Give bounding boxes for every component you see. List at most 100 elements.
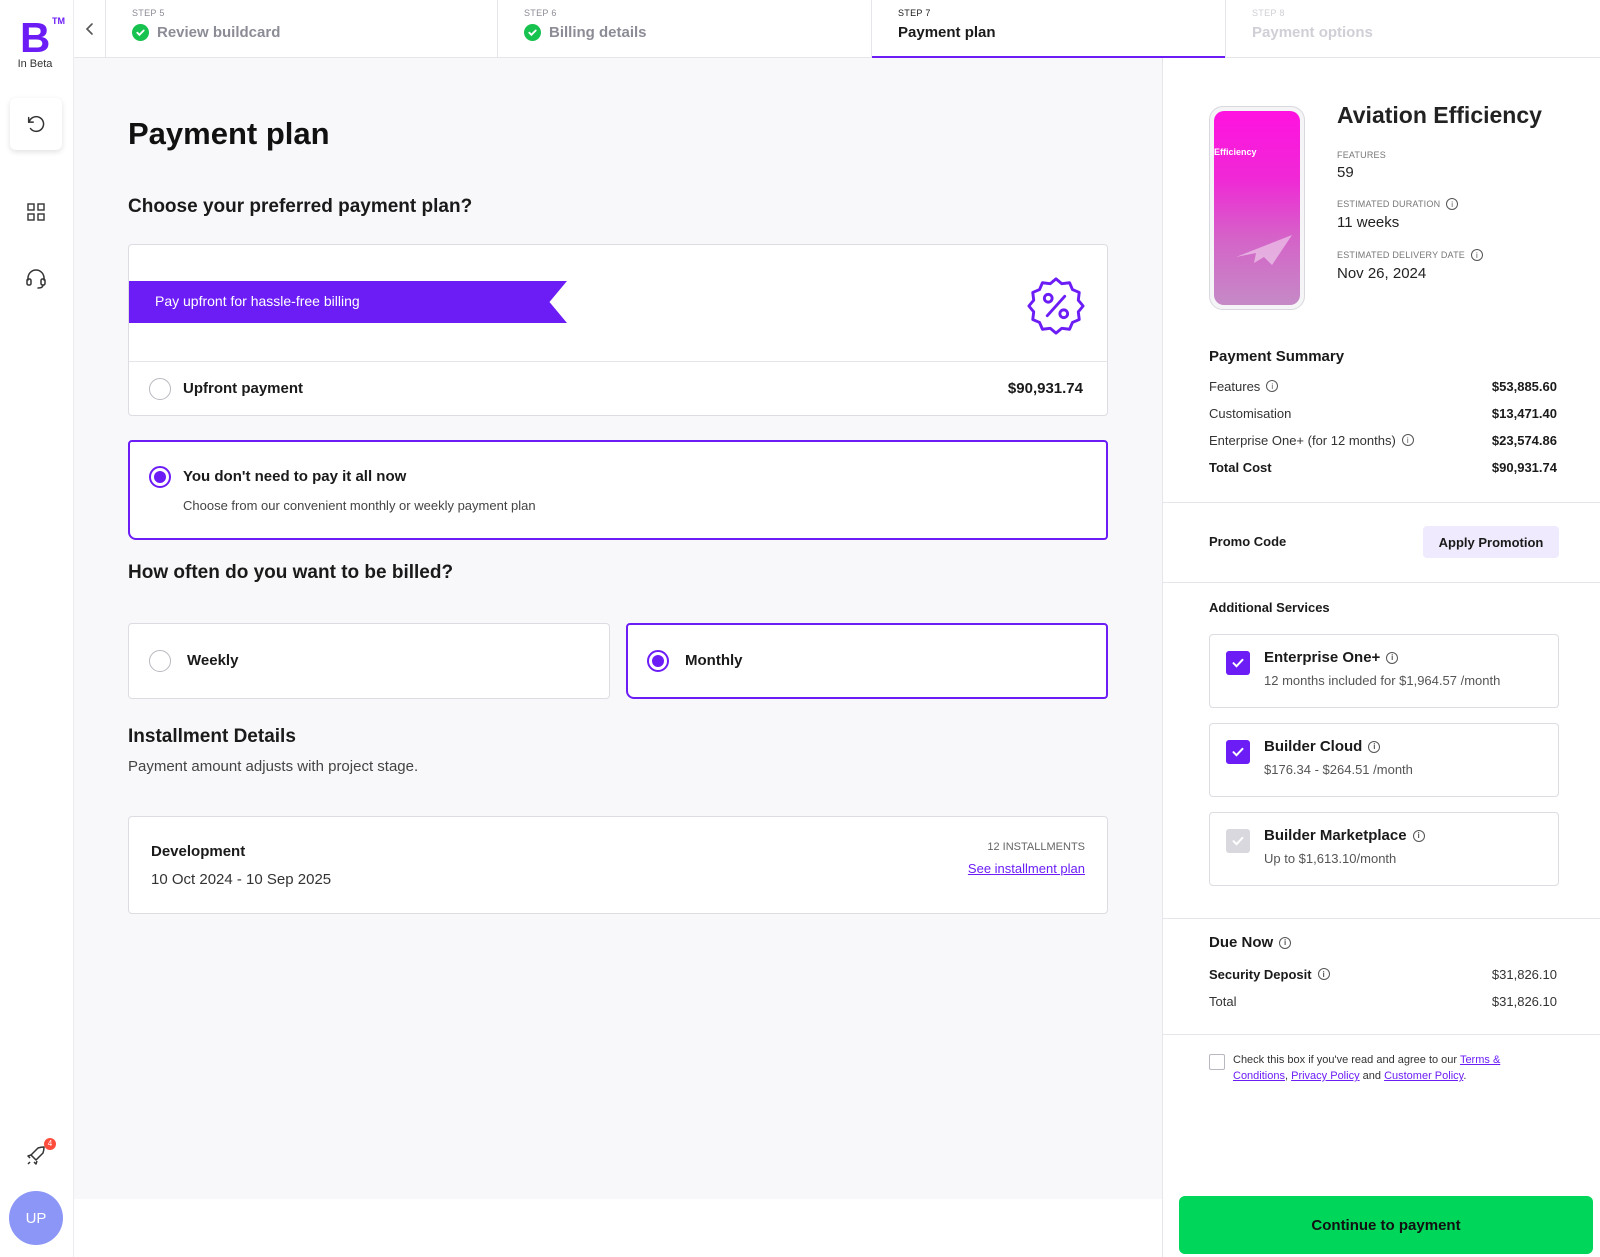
installment-title: Installment Details [128,726,296,747]
step-payment-plan[interactable]: STEP 7 Payment plan [872,0,1226,58]
info-icon[interactable]: i [1386,651,1399,664]
step-number: STEP 8 [1252,8,1285,18]
development-dates: 10 Oct 2024 - 10 Sep 2025 [151,871,332,888]
builder-logo[interactable]: B TM [18,14,65,61]
grid-icon [27,203,45,221]
page-title: Payment plan [128,116,330,151]
builder-cloud-checkbox[interactable] [1226,740,1250,764]
security-deposit-row: Security Deposit i $31,826.10 [1209,966,1557,982]
continue-to-payment-button[interactable]: Continue to payment [1179,1196,1593,1254]
development-label: Development [151,843,246,860]
left-rail: B TM In Beta 4 UP [0,0,74,1257]
terms-text: Check this box if you've read and agree … [1233,1054,1501,1082]
step-number: STEP 6 [524,8,557,18]
service-builder-cloud[interactable]: Builder Cloud i $176.34 - $264.51 /month [1209,723,1559,797]
duration-label: ESTIMATED DURATION i [1337,198,1459,210]
stepper-bar: STEP 5 Review buildcard STEP 6 Billing d… [74,0,1600,58]
see-installment-plan-link[interactable]: See installment plan [968,861,1085,876]
headset-icon [26,269,46,289]
step-label: Payment options [1252,24,1373,41]
back-button[interactable] [74,0,106,57]
installment-subtitle: Payment amount adjusts with project stag… [128,758,419,775]
check-circle-icon [132,24,149,41]
summary-row-features: Features i $53,885.60 [1209,378,1557,394]
upfront-plan-card[interactable]: Pay upfront for hassle-free billing Upfr… [128,244,1108,416]
logo-trademark: TM [52,16,65,26]
weekly-radio[interactable] [149,650,171,672]
monthly-option[interactable]: Monthly [626,623,1108,699]
installment-label: You don't need to pay it all now [183,468,407,485]
info-icon[interactable]: i [1317,968,1330,980]
app-name: Aviation Efficiency [1337,102,1542,128]
info-icon[interactable]: i [1446,198,1459,210]
divider [1163,502,1600,503]
features-value: 59 [1337,164,1354,181]
payment-plan-panel: Payment plan Choose your preferred payme… [74,58,1162,1199]
step-review-buildcard[interactable]: STEP 5 Review buildcard [106,0,498,57]
info-icon[interactable]: i [1412,829,1425,842]
features-label: FEATURES [1337,150,1386,160]
check-icon [1232,836,1244,846]
development-installment-card: Development 10 Oct 2024 - 10 Sep 2025 12… [128,816,1108,914]
notification-badge: 4 [44,1138,56,1150]
upfront-radio[interactable] [149,378,171,400]
monthly-radio[interactable] [647,650,669,672]
step-number: STEP 7 [898,8,931,18]
installment-radio[interactable] [149,466,171,488]
installment-sub: Choose from our convenient monthly or we… [183,498,536,513]
summary-row-enterprise: Enterprise One+ (for 12 months) i $23,574… [1209,432,1557,448]
info-icon[interactable]: i [1279,936,1292,949]
support-button[interactable] [10,252,62,304]
upfront-payment-row[interactable]: Upfront payment $90,931.74 [129,361,1107,415]
step-number: STEP 5 [132,8,165,18]
step-billing-details[interactable]: STEP 6 Billing details [498,0,872,57]
check-icon [1232,658,1244,668]
logo-letter: B [20,14,51,61]
delivery-value: Nov 26, 2024 [1337,265,1427,282]
step-label: Billing details [549,24,647,41]
installment-count: 12 INSTALLMENTS [987,841,1085,853]
weekly-option[interactable]: Weekly [128,623,610,699]
due-total-row: Total $31,826.10 [1209,993,1557,1009]
step-payment-options[interactable]: STEP 8 Payment options [1226,0,1600,57]
undo-button[interactable] [10,98,62,150]
delivery-label: ESTIMATED DELIVERY DATE i [1337,249,1483,261]
service-builder-marketplace[interactable]: Builder Marketplace i Up to $1,613.10/mon… [1209,812,1559,886]
undo-icon [27,115,45,133]
beta-label: In Beta [17,58,53,70]
divider [1163,582,1600,583]
customer-policy-link[interactable]: Customer Policy [1384,1070,1463,1082]
dashboard-button[interactable] [10,186,62,238]
marketplace-checkbox[interactable] [1226,829,1250,853]
upfront-label: Upfront payment [183,380,303,397]
info-icon[interactable]: i [1368,740,1381,753]
airplane-icon [1236,235,1292,265]
info-icon[interactable]: i [1401,434,1414,446]
discount-badge-icon [1027,277,1085,335]
privacy-policy-link[interactable]: Privacy Policy [1291,1070,1359,1082]
service-enterprise-one[interactable]: Enterprise One+ i 12 months included for … [1209,634,1559,708]
weekly-label: Weekly [187,652,239,669]
app-preview-phone: Efficiency [1209,106,1305,310]
user-avatar[interactable]: UP [9,1191,63,1245]
check-circle-icon [524,24,541,41]
additional-services-title: Additional Services [1209,600,1330,615]
info-icon[interactable]: i [1266,380,1279,392]
divider [1163,918,1600,919]
main-footer [74,1199,1162,1257]
terms-checkbox[interactable] [1209,1054,1225,1070]
step-label: Review buildcard [157,24,281,41]
info-icon[interactable]: i [1470,249,1483,261]
summary-row-total: Total Cost $90,931.74 [1209,459,1557,475]
duration-value: 11 weeks [1337,214,1400,231]
apply-promotion-button[interactable]: Apply Promotion [1423,526,1559,558]
enterprise-checkbox[interactable] [1226,651,1250,675]
whats-new-button[interactable]: 4 [10,1132,62,1180]
app-preview-screen: Efficiency [1214,111,1300,305]
installment-plan-card[interactable]: You don't need to pay it all now Choose … [128,440,1108,540]
upfront-ribbon: Pay upfront for hassle-free billing [129,281,567,323]
promo-code-label: Promo Code [1209,534,1287,549]
summary-panel: Efficiency Aviation Efficiency FEATURES … [1162,58,1600,1257]
check-icon [1232,747,1244,757]
phone-app-text: Efficiency [1214,147,1257,157]
